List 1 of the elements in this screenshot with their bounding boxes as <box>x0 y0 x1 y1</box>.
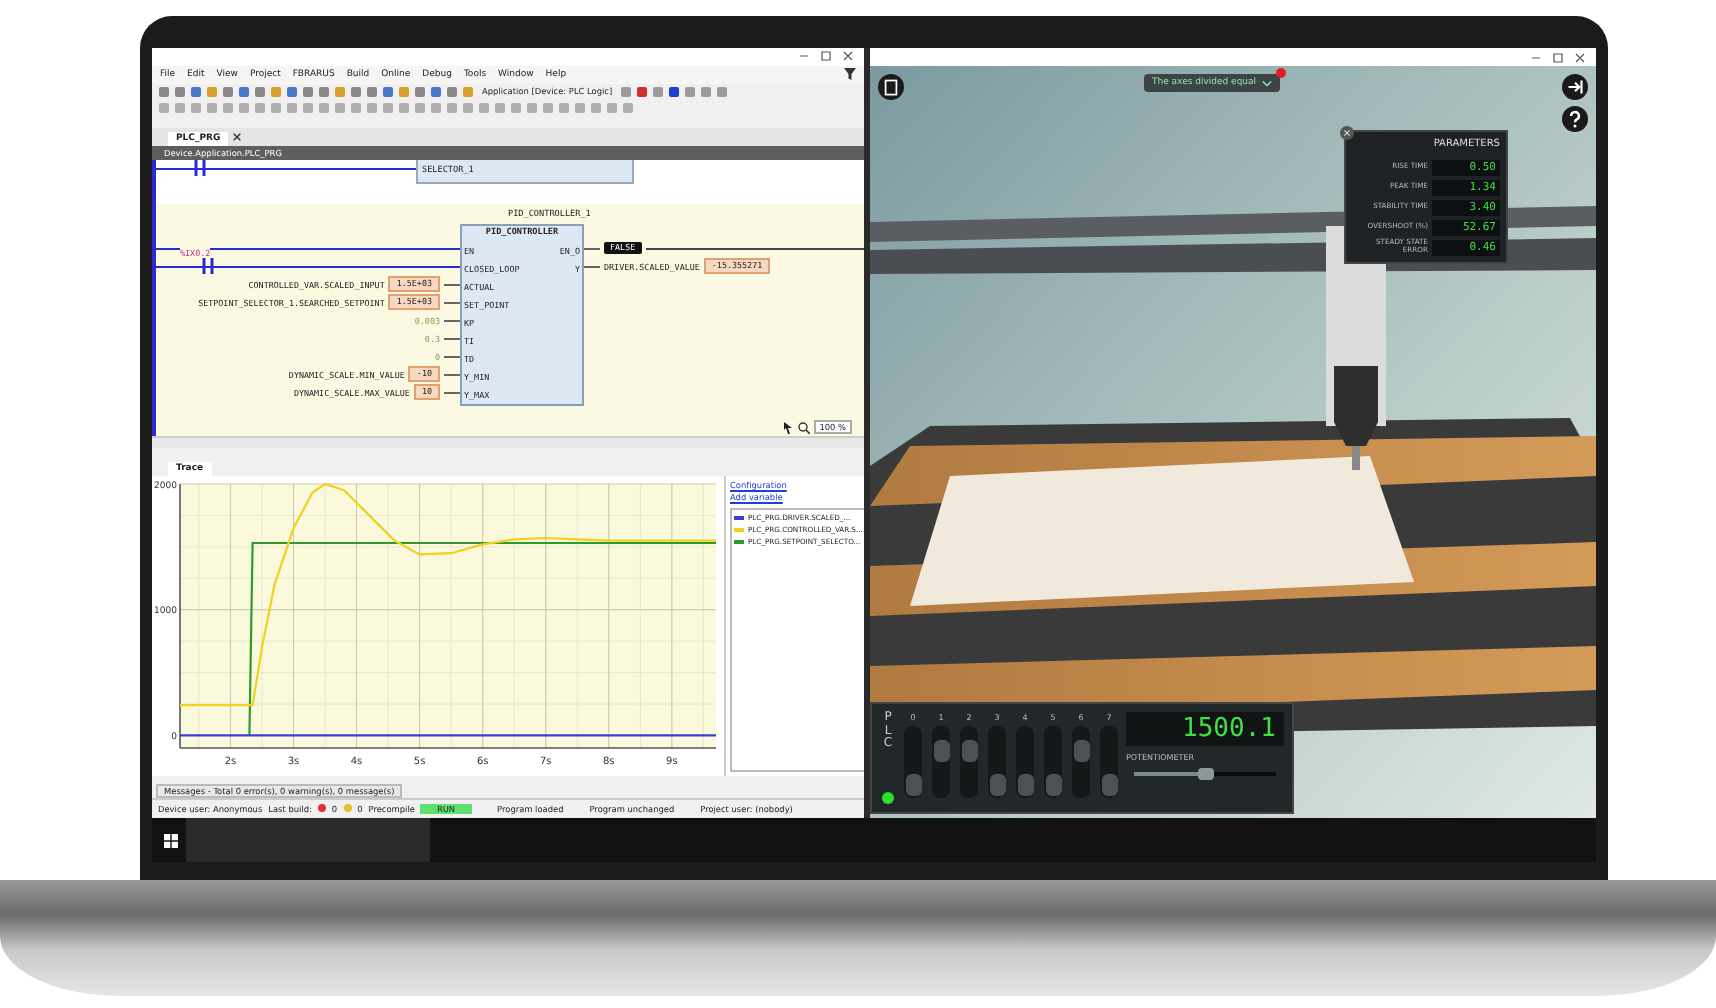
numeric-display: 1500.1 <box>1126 712 1284 746</box>
